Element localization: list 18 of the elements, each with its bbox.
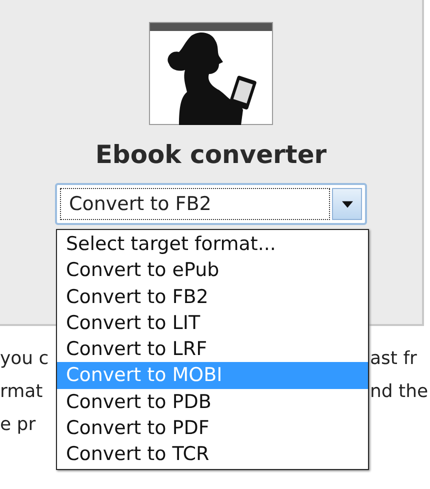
- dropdown-option[interactable]: Convert to LRF: [57, 336, 368, 362]
- reader-silhouette-icon: [149, 22, 273, 125]
- dropdown-option[interactable]: Convert to ePub: [57, 257, 368, 284]
- dropdown-option[interactable]: Convert to PDB: [57, 388, 368, 416]
- dropdown-value: Convert to FB2: [60, 188, 330, 220]
- dropdown-option[interactable]: Convert to PDF: [57, 415, 368, 442]
- dropdown-option[interactable]: Convert to FB2: [57, 284, 368, 310]
- format-dropdown[interactable]: Convert to FB2: [55, 183, 367, 225]
- paragraph-fragment: you c: [0, 348, 49, 369]
- paragraph-fragment: e pr: [0, 414, 36, 435]
- paragraph-fragment: ast fr: [370, 348, 417, 369]
- dropdown-option[interactable]: Convert to TCR: [57, 441, 368, 468]
- paragraph-fragment: rmat: [0, 381, 43, 402]
- paragraph-fragment: nd the: [370, 381, 428, 402]
- page-title: Ebook converter: [95, 140, 327, 169]
- dropdown-option[interactable]: Select target format...: [57, 231, 368, 258]
- caret-icon: [332, 188, 362, 220]
- dropdown-option[interactable]: Convert to LIT: [57, 310, 368, 336]
